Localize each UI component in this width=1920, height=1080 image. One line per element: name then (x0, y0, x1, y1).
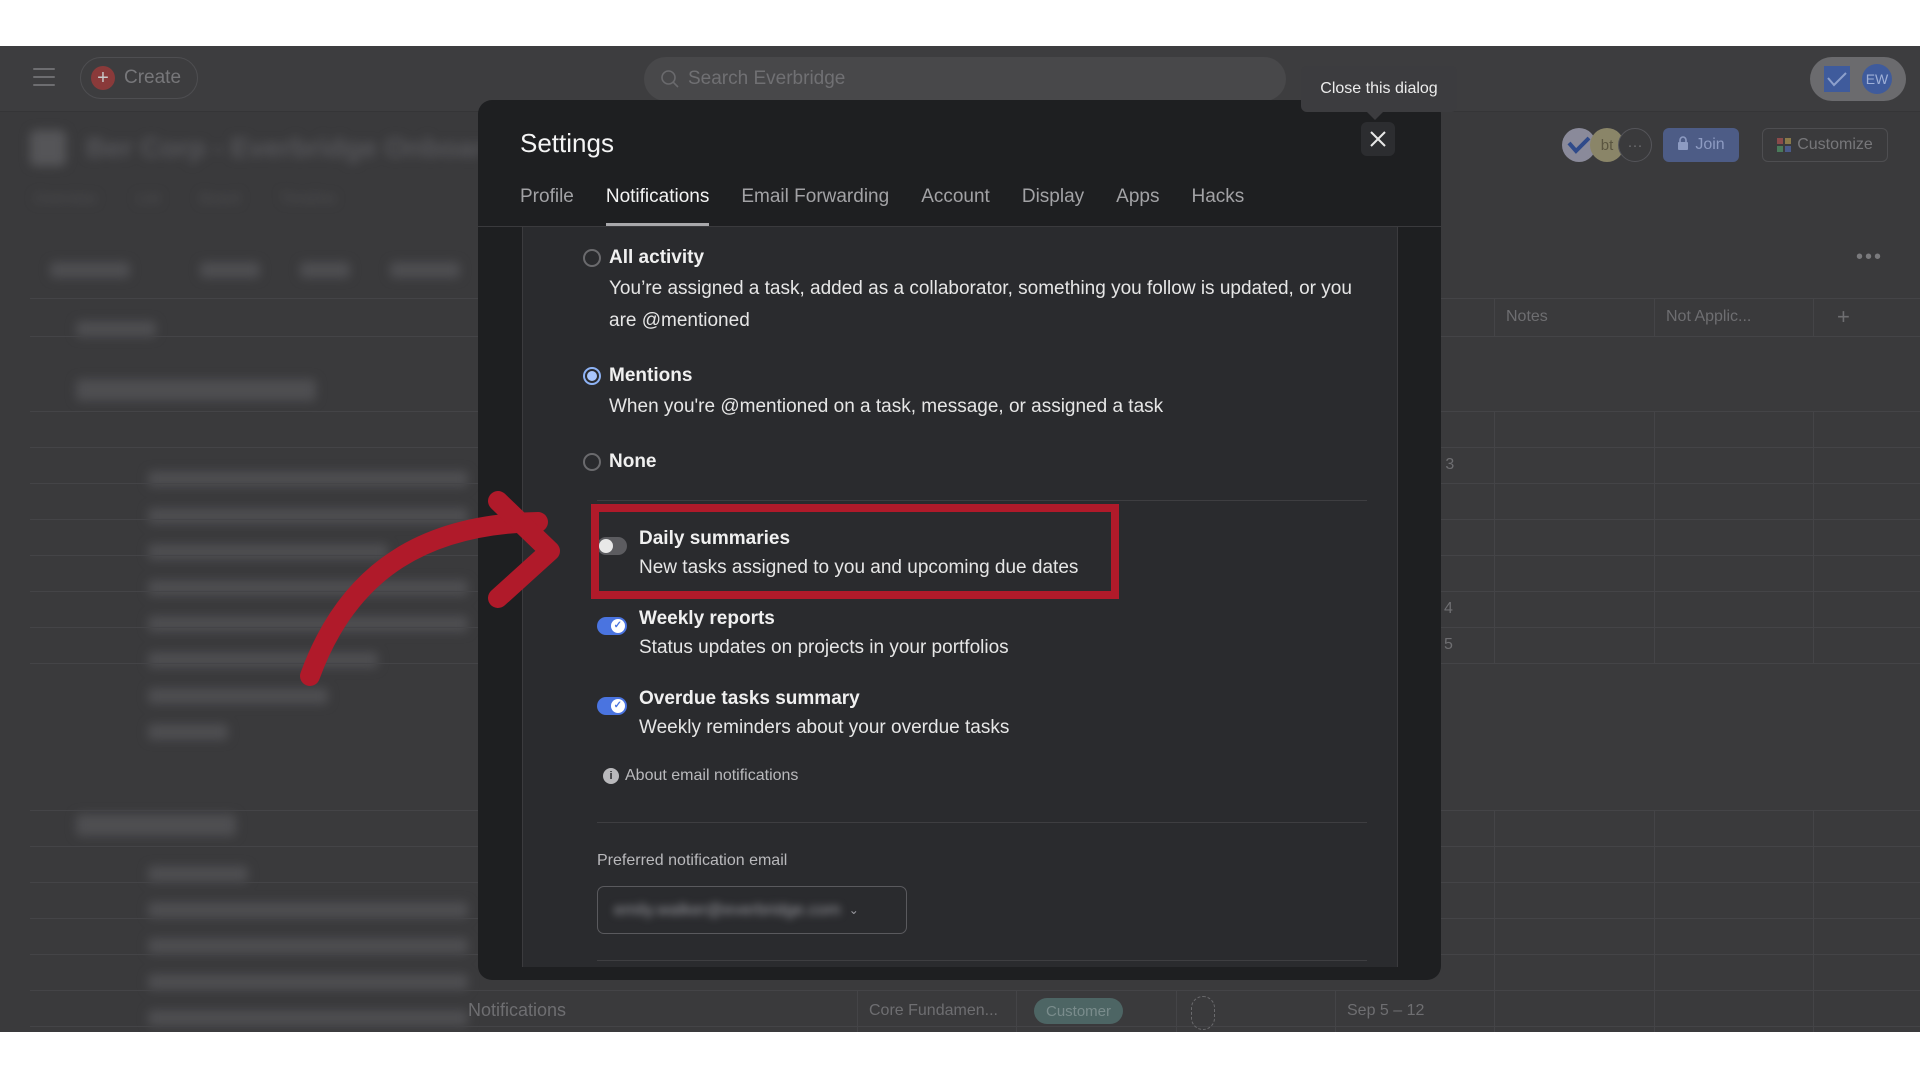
tab-profile[interactable]: Profile (520, 172, 574, 226)
assignee-placeholder-icon[interactable] (1191, 996, 1215, 1030)
preferred-email-label: Preferred notification email (597, 852, 788, 869)
toggle-description: Status updates on projects in your portf… (639, 637, 1009, 658)
radio-mentions[interactable] (583, 367, 601, 385)
tab-account[interactable]: Account (921, 172, 990, 226)
task-name[interactable]: Notifications (468, 1000, 566, 1021)
customer-tag[interactable]: Customer (1034, 998, 1124, 1024)
toggle-description: New tasks assigned to you and upcoming d… (639, 557, 1079, 578)
org-logo-icon (1824, 66, 1850, 92)
chevron-down-icon: ⌄ (848, 903, 859, 917)
toggle-label: Overdue tasks summary (639, 688, 860, 709)
info-icon: i (603, 768, 619, 784)
option-label: None (609, 451, 657, 472)
customize-label: Customize (1797, 136, 1873, 153)
settings-dialog: Settings Profile Notifications Email For… (478, 100, 1441, 980)
plus-icon: + (91, 66, 115, 90)
option-description: You’re assigned a task, added as a colla… (609, 278, 1352, 331)
more-options-icon[interactable]: ••• (1856, 246, 1883, 269)
preferred-email-value: emily.walker@everbridge.com (614, 900, 841, 919)
search-icon (661, 70, 679, 88)
option-label: All activity (609, 247, 705, 268)
lock-icon (1677, 135, 1689, 155)
project-title: Ber Corp - Everbridge Onboarding (86, 132, 544, 163)
radio-option-all-activity[interactable]: All activity You’re assigned a task, add… (583, 247, 1369, 337)
member-facepile[interactable]: bt ··· (1562, 128, 1652, 162)
radio-none[interactable] (583, 453, 601, 471)
user-avatar: EW (1862, 64, 1892, 94)
option-description: When you're @mentioned on a task, messag… (609, 396, 1164, 417)
dialog-title: Settings (520, 128, 614, 158)
tab-display[interactable]: Display (1022, 172, 1084, 226)
project-tab[interactable]: Timeline (280, 190, 336, 207)
project-tab[interactable]: Board (200, 190, 240, 207)
column-header-not-applicable[interactable]: Not Applic... (1666, 308, 1751, 326)
preferred-email-select[interactable]: emily.walker@everbridge.com ⌄ (597, 886, 907, 934)
about-link-label: About email notifications (625, 767, 799, 784)
create-label: Create (124, 67, 182, 88)
more-members-icon: ··· (1618, 128, 1652, 162)
section-divider (597, 822, 1367, 823)
column-header-notes[interactable]: Notes (1506, 308, 1548, 326)
settings-tabs: Profile Notifications Email Forwarding A… (520, 172, 1244, 226)
weekly-reports-toggle[interactable]: ✓ (597, 617, 627, 635)
close-icon (1370, 131, 1386, 147)
overdue-tasks-toggle[interactable]: ✓ (597, 697, 627, 715)
check-icon: ✓ (613, 700, 622, 711)
date-cell: 4 (1444, 600, 1453, 617)
section-divider (597, 500, 1367, 501)
date-cell: 5 (1444, 636, 1453, 653)
user-menu[interactable]: EW (1810, 57, 1906, 101)
join-button[interactable]: Join (1663, 128, 1739, 162)
radio-option-none[interactable]: None (583, 451, 657, 473)
tab-apps[interactable]: Apps (1116, 172, 1159, 226)
task-list-blurred (0, 246, 480, 1026)
close-dialog-tooltip: Close this dialog (1301, 66, 1457, 120)
section-divider (597, 960, 1367, 961)
check-icon: ✓ (613, 620, 622, 631)
date-range-cell: Sep 5 – 12 (1347, 1002, 1425, 1019)
toggle-description: Weekly reminders about your overdue task… (639, 717, 1010, 738)
daily-summaries-toggle[interactable] (597, 537, 627, 555)
tab-email-forwarding[interactable]: Email Forwarding (741, 172, 889, 226)
about-email-notifications-link[interactable]: i About email notifications (603, 767, 798, 785)
option-label: Mentions (609, 365, 693, 386)
project-icon (30, 130, 66, 166)
search-input[interactable]: Search Everbridge (644, 57, 1286, 101)
toggle-label: Weekly reports (639, 608, 775, 629)
app-window: + Create Search Everbridge EW Ber Corp -… (0, 46, 1920, 1032)
create-button[interactable]: + Create (80, 57, 198, 99)
notifications-panel: All activity You’re assigned a task, add… (522, 227, 1398, 967)
radio-all-activity[interactable] (583, 249, 601, 267)
radio-option-mentions[interactable]: Mentions When you're @mentioned on a tas… (583, 365, 1369, 423)
section-cell: Core Fundamen... (869, 1002, 998, 1019)
toggle-label: Daily summaries (639, 528, 791, 549)
project-tab[interactable]: Overview (34, 190, 97, 207)
project-tab[interactable]: List (137, 190, 160, 207)
add-column-icon[interactable]: + (1837, 304, 1850, 330)
hamburger-menu-icon[interactable] (33, 68, 55, 86)
search-placeholder: Search Everbridge (688, 68, 846, 89)
tab-hacks[interactable]: Hacks (1191, 172, 1244, 226)
tab-notifications[interactable]: Notifications (605, 172, 709, 226)
customize-grid-icon (1777, 138, 1792, 152)
join-label: Join (1695, 136, 1725, 153)
customize-button[interactable]: Customize (1762, 128, 1888, 162)
close-button[interactable] (1361, 122, 1395, 156)
project-tabs: Overview List Board Timeline (34, 190, 336, 207)
